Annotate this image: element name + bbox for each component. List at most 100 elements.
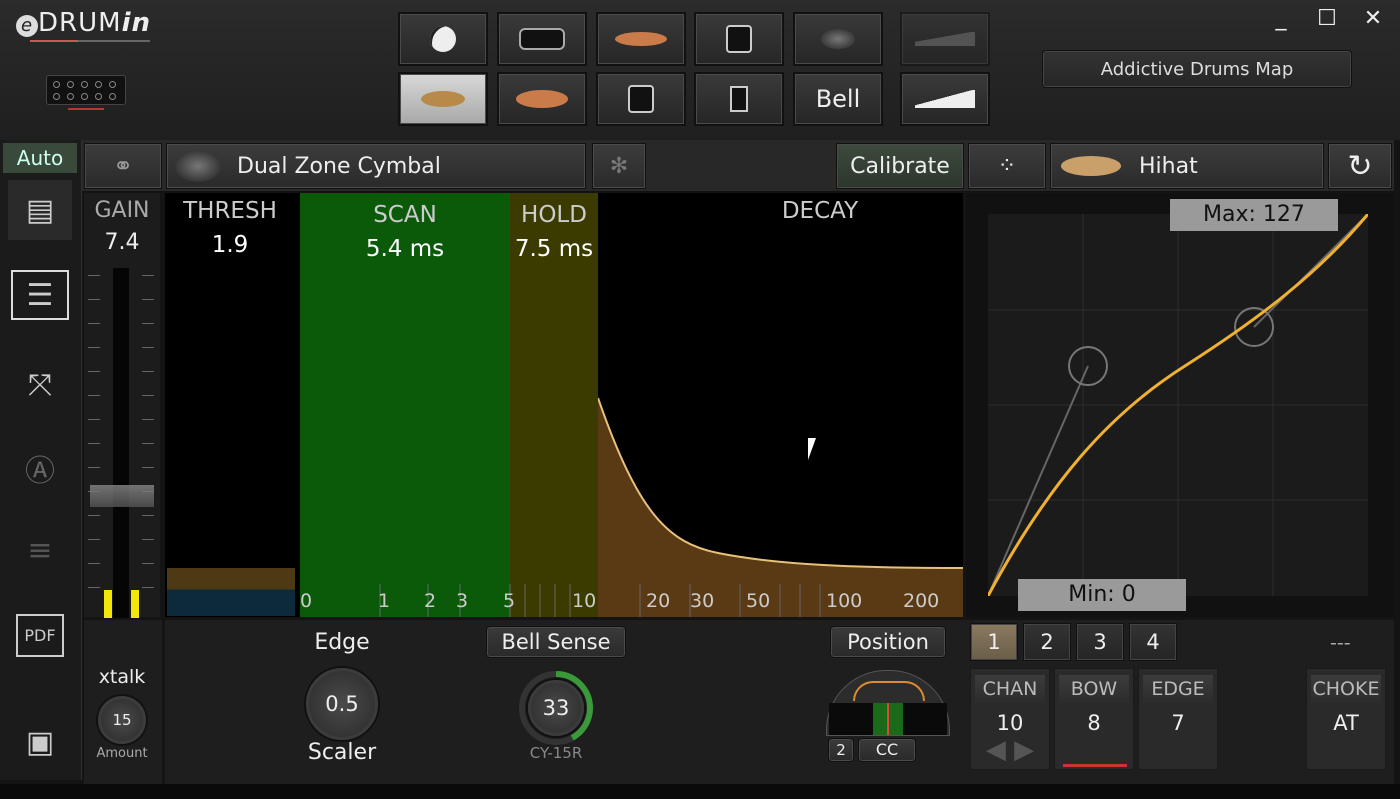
pdf-icon[interactable]: PDF (8, 605, 72, 665)
vu-meter-left (104, 590, 112, 618)
cymbal-icon (615, 32, 667, 46)
pad-dark-cymbal-button[interactable] (793, 12, 883, 66)
gain-tick (142, 299, 154, 300)
position-marker (887, 703, 889, 735)
edge-sub: Scaler (307, 740, 377, 765)
layer-2-button[interactable]: 2 (1023, 623, 1071, 661)
vu-meter-right (131, 590, 139, 618)
axis-label: 30 (690, 590, 715, 612)
axis-label: 3 (456, 590, 469, 612)
layer-4-button[interactable]: 4 (1129, 623, 1177, 661)
chan-arrows-icon[interactable]: ◀ ▶ (971, 735, 1049, 765)
gain-tick (142, 275, 154, 276)
pad-pedal-button[interactable] (900, 72, 990, 126)
axis-ticks-svg (379, 584, 821, 617)
chan-value: 10 (996, 711, 1024, 735)
pad-hihat-button[interactable] (398, 72, 488, 126)
chan-cell[interactable]: CHAN 10 ◀ ▶ (970, 668, 1050, 770)
chip-icon[interactable]: ▣ (8, 712, 72, 772)
decay-title: DECAY (781, 198, 859, 224)
bow-header: BOW (1059, 675, 1129, 703)
gain-value: 7.4 (104, 230, 140, 255)
list-view-icon[interactable]: ☰ (11, 270, 69, 320)
curve-min-label[interactable]: Min: 0 (1018, 579, 1186, 611)
xtalk-title: xtalk (98, 666, 146, 688)
gain-tick (88, 539, 100, 540)
edge-note-cell[interactable]: EDGE 7 (1138, 668, 1218, 770)
bow-cell[interactable]: BOW 8 (1054, 668, 1134, 770)
thresh-level-fill (167, 568, 295, 616)
minimize-button[interactable]: _ (1266, 6, 1296, 31)
refresh-icon[interactable]: ↻ (1328, 143, 1392, 189)
pad-floor-tom-button[interactable] (694, 72, 784, 126)
axis-label: 1 (378, 590, 391, 612)
xtalk-knob[interactable]: 15 (98, 696, 146, 744)
app-logo: e DRUMin (16, 8, 151, 38)
pad-tom2-button[interactable] (596, 72, 686, 126)
curve-handle-line-1 (988, 365, 1089, 596)
maximize-button[interactable]: ☐ (1312, 6, 1342, 31)
bell-sense-button[interactable]: Bell Sense (486, 626, 626, 658)
calibrate-button[interactable]: Calibrate (836, 143, 964, 189)
choke-cell[interactable]: CHOKE AT (1306, 668, 1386, 770)
gain-title: GAIN (94, 198, 150, 223)
axis-label: 10 (572, 590, 597, 612)
midi-activity-indicator (68, 108, 104, 110)
position-button[interactable]: Position (830, 626, 946, 658)
position-number[interactable]: 2 (828, 738, 854, 762)
bottom-edge (0, 784, 1400, 799)
decay-curve-svg (598, 397, 963, 617)
layer-3-button[interactable]: 3 (1076, 623, 1124, 661)
routing-icon[interactable]: ⤧ (8, 355, 72, 415)
instrument-selector[interactable]: Hihat (1050, 143, 1324, 189)
gain-slider-thumb[interactable] (90, 484, 154, 507)
instrument-label: Hihat (1139, 153, 1198, 179)
edge-scaler-knob[interactable]: 0.5 (306, 668, 378, 740)
link-rings-icon[interactable]: ⚭ (84, 143, 162, 189)
gain-tick (88, 347, 100, 348)
edge-note-header: EDGE (1143, 675, 1213, 703)
thresh-title: THRESH (183, 198, 277, 224)
pad-tom-button[interactable] (694, 12, 784, 66)
save-icon[interactable]: ▤ (8, 180, 72, 240)
gain-tick (142, 467, 154, 468)
scan-title: SCAN (373, 202, 437, 228)
dual-zone-cymbal-icon (175, 150, 221, 182)
pad-type-selector[interactable]: Dual Zone Cymbal (166, 143, 586, 189)
pad-crash-button[interactable] (497, 72, 587, 126)
menu-lines-icon[interactable]: ≡ (8, 520, 72, 580)
gain-tick (142, 539, 154, 540)
gain-tick (142, 419, 154, 420)
gain-slider-track[interactable] (113, 268, 129, 618)
auto-button[interactable]: Auto (3, 143, 77, 173)
gain-tick (88, 515, 100, 516)
gain-tick (88, 323, 100, 324)
pad-kick-button[interactable] (398, 12, 488, 66)
auto-a-icon[interactable]: Ⓐ (8, 438, 72, 498)
pad-pedal-disabled-button[interactable] (900, 12, 990, 66)
drum-kit-icon[interactable]: ⁘ (968, 143, 1046, 189)
pad-snare-button[interactable] (497, 12, 587, 66)
bell-sense-sub: CY-15R (529, 744, 583, 762)
yamaha-icon[interactable]: ✻ (592, 143, 646, 189)
gain-tick (142, 563, 154, 564)
pedal-icon (915, 32, 975, 46)
kick-icon (430, 26, 456, 52)
close-button[interactable]: ✕ (1358, 6, 1388, 31)
hold-value: 7.5 ms (514, 236, 594, 262)
hold-title: HOLD (521, 202, 587, 228)
gain-tick (142, 515, 154, 516)
layer-1-button[interactable]: 1 (970, 623, 1018, 661)
pedal2-icon (915, 90, 975, 108)
drum-map-button[interactable]: Addictive Drums Map (1042, 50, 1352, 88)
axis-label: 20 (646, 590, 671, 612)
gain-tick (142, 347, 154, 348)
bell-sense-knob[interactable]: 33 (528, 680, 584, 736)
position-cc-button[interactable]: CC (858, 738, 916, 762)
pad-bell-button[interactable]: Bell (793, 72, 883, 126)
choke-header: CHOKE (1311, 675, 1381, 703)
curve-max-label[interactable]: Max: 127 (1170, 199, 1338, 231)
snare-icon (519, 28, 565, 50)
xtalk-sub: Amount (96, 746, 148, 761)
pad-cymbal-button[interactable] (596, 12, 686, 66)
